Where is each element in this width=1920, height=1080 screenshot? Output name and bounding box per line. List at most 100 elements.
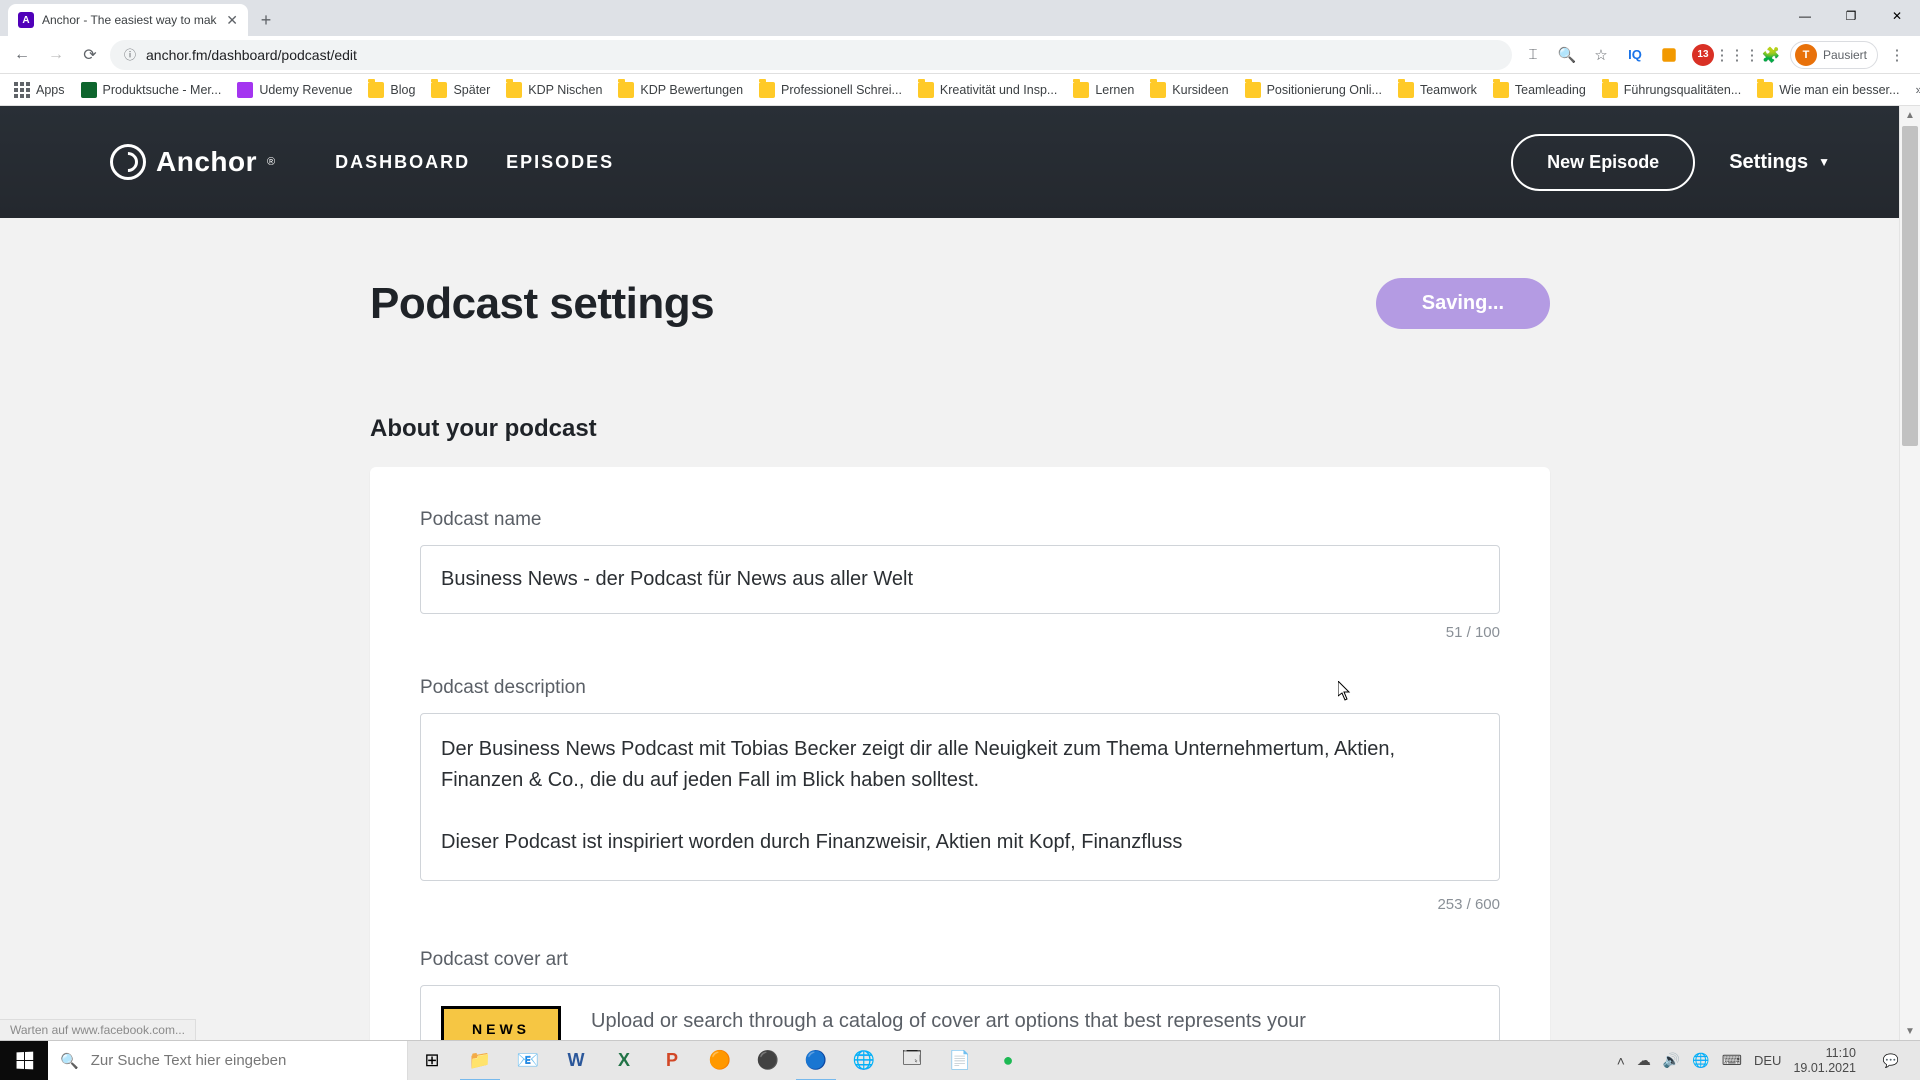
podcast-description-input[interactable] xyxy=(420,713,1500,881)
taskbar-search[interactable]: 🔍 Zur Suche Text hier eingeben xyxy=(48,1041,408,1080)
vertical-scrollbar[interactable]: ▲ ▼ xyxy=(1899,106,1920,1040)
mail-icon[interactable]: 📧 xyxy=(504,1041,552,1080)
extension-icon[interactable] xyxy=(1654,40,1684,70)
nav-dashboard[interactable]: DASHBOARD xyxy=(335,152,470,173)
nav-forward-button[interactable]: → xyxy=(42,41,70,69)
folder-icon xyxy=(759,82,775,98)
bookmark-item[interactable]: Lernen xyxy=(1067,78,1140,102)
profile-chip[interactable]: T Pausiert xyxy=(1790,41,1878,69)
translate-icon[interactable]: ⌶ xyxy=(1518,40,1548,70)
chrome-icon[interactable]: 🔵 xyxy=(792,1041,840,1080)
folder-icon xyxy=(368,82,384,98)
zoom-icon[interactable]: 🔍 xyxy=(1552,40,1582,70)
scrollbar-thumb[interactable] xyxy=(1902,126,1918,446)
bookmark-label: Professionell Schrei... xyxy=(781,83,902,97)
apps-label: Apps xyxy=(36,83,65,97)
bookmark-item[interactable]: Teamwork xyxy=(1392,78,1483,102)
app-icon[interactable]: 🟠 xyxy=(696,1041,744,1080)
bookmark-item[interactable]: Teamleading xyxy=(1487,78,1592,102)
file-explorer-icon[interactable]: 📁 xyxy=(456,1041,504,1080)
clock-time: 11:10 xyxy=(1793,1046,1856,1060)
new-episode-button[interactable]: New Episode xyxy=(1511,134,1695,191)
bookmark-label: Positionierung Onli... xyxy=(1267,83,1382,97)
cover-art-thumbnail[interactable]: NEWS xyxy=(441,1006,561,1040)
tray-overflow-icon[interactable]: ˄ xyxy=(1617,1053,1625,1069)
anchor-logo[interactable]: Anchor® xyxy=(110,144,275,180)
tab-close-icon[interactable]: ✕ xyxy=(226,12,238,29)
nav-episodes[interactable]: EPISODES xyxy=(506,152,614,173)
edge-icon[interactable]: 🌐 xyxy=(840,1041,888,1080)
bookmark-item[interactable]: Blog xyxy=(362,78,421,102)
network-icon[interactable]: 🌐 xyxy=(1692,1052,1709,1069)
scroll-up-icon[interactable]: ▲ xyxy=(1900,106,1920,124)
bookmark-item[interactable]: Führungsqualitäten... xyxy=(1596,78,1747,102)
taskbar-apps: ⊞ 📁 📧 W X P 🟠 ⚫ 🔵 🌐 🗔 📄 ● xyxy=(408,1041,1032,1080)
spotify-icon[interactable]: ● xyxy=(984,1041,1032,1080)
extensions-grid-icon[interactable]: ⋮⋮⋮ xyxy=(1722,40,1752,70)
extension-badge-icon[interactable]: 13 xyxy=(1688,40,1718,70)
folder-icon xyxy=(1398,82,1414,98)
action-center-icon[interactable]: 💬 xyxy=(1868,1041,1914,1080)
site-icon xyxy=(237,82,253,98)
nav-reload-button[interactable]: ⟳ xyxy=(76,41,104,69)
bookmark-item[interactable]: KDP Nischen xyxy=(500,78,608,102)
task-view-icon[interactable]: ⊞ xyxy=(408,1041,456,1080)
settings-menu[interactable]: Settings ▼ xyxy=(1729,151,1830,174)
extension-badge: 13 xyxy=(1692,44,1714,66)
volume-icon[interactable]: 🔊 xyxy=(1663,1052,1680,1069)
chrome-menu-icon[interactable]: ⋮ xyxy=(1882,40,1912,70)
excel-icon[interactable]: X xyxy=(600,1041,648,1080)
bookmark-label: Blog xyxy=(390,83,415,97)
window-maximize-button[interactable]: ❐ xyxy=(1828,0,1874,32)
bookmark-item[interactable]: Kursideen xyxy=(1144,78,1234,102)
podcast-name-input[interactable] xyxy=(420,545,1500,614)
new-tab-button[interactable]: + xyxy=(252,6,280,34)
iq-extension-icon[interactable]: IQ xyxy=(1620,40,1650,70)
taskbar-clock[interactable]: 11:10 19.01.2021 xyxy=(1793,1046,1856,1075)
extensions-puzzle-icon[interactable]: 🧩 xyxy=(1756,40,1786,70)
url-text: anchor.fm/dashboard/podcast/edit xyxy=(146,47,357,63)
bookmark-item[interactable]: Positionierung Onli... xyxy=(1239,78,1388,102)
save-button[interactable]: Saving... xyxy=(1376,278,1550,329)
status-bar-hint: Warten auf www.facebook.com... xyxy=(0,1019,196,1040)
obs-icon[interactable]: ⚫ xyxy=(744,1041,792,1080)
keyboard-icon[interactable]: ⌨ xyxy=(1722,1052,1742,1069)
scroll-down-icon[interactable]: ▼ xyxy=(1900,1022,1920,1040)
page-title: Podcast settings xyxy=(370,279,714,329)
bookmark-item[interactable]: KDP Bewertungen xyxy=(612,78,749,102)
url-field[interactable]: ⓘ anchor.fm/dashboard/podcast/edit xyxy=(110,40,1512,70)
word-icon[interactable]: W xyxy=(552,1041,600,1080)
onedrive-icon[interactable]: ☁ xyxy=(1637,1052,1651,1069)
notepad-icon[interactable]: 📄 xyxy=(936,1041,984,1080)
page-viewport: Anchor® DASHBOARD EPISODES New Episode S… xyxy=(0,106,1920,1040)
bookmark-item[interactable]: Kreativität und Insp... xyxy=(912,78,1063,102)
bookmark-item[interactable]: Produktsuche - Mer... xyxy=(75,78,228,102)
bookmarks-bar: Apps Produktsuche - Mer... Udemy Revenue… xyxy=(0,74,1920,106)
bookmark-label: Lernen xyxy=(1095,83,1134,97)
podcast-description-counter: 253 / 600 xyxy=(420,896,1500,913)
language-indicator[interactable]: DEU xyxy=(1754,1053,1781,1068)
start-button[interactable] xyxy=(0,1041,48,1080)
site-icon xyxy=(81,82,97,98)
star-icon[interactable]: ☆ xyxy=(1586,40,1616,70)
bookmark-item[interactable]: Später xyxy=(425,78,496,102)
bookmarks-overflow-icon[interactable]: » xyxy=(1909,79,1920,101)
browser-tab[interactable]: A Anchor - The easiest way to mak ✕ xyxy=(8,4,248,36)
app-icon-2[interactable]: 🗔 xyxy=(888,1041,936,1080)
apps-button[interactable]: Apps xyxy=(8,78,71,102)
cover-art-row: NEWS Upload or search through a catalog … xyxy=(420,985,1500,1040)
app-header: Anchor® DASHBOARD EPISODES New Episode S… xyxy=(0,106,1920,218)
registered-icon: ® xyxy=(267,156,275,168)
nav-back-button[interactable]: ← xyxy=(8,41,36,69)
window-close-button[interactable]: ✕ xyxy=(1874,0,1920,32)
window-minimize-button[interactable]: — xyxy=(1782,0,1828,32)
bookmark-item[interactable]: Wie man ein besser... xyxy=(1751,78,1905,102)
tab-favicon: A xyxy=(18,12,34,28)
powerpoint-icon[interactable]: P xyxy=(648,1041,696,1080)
bookmark-item[interactable]: Udemy Revenue xyxy=(231,78,358,102)
folder-icon xyxy=(618,82,634,98)
site-info-icon[interactable]: ⓘ xyxy=(124,46,136,63)
bookmark-item[interactable]: Professionell Schrei... xyxy=(753,78,908,102)
podcast-name-counter: 51 / 100 xyxy=(420,624,1500,641)
section-about-title: About your podcast xyxy=(370,415,1550,443)
